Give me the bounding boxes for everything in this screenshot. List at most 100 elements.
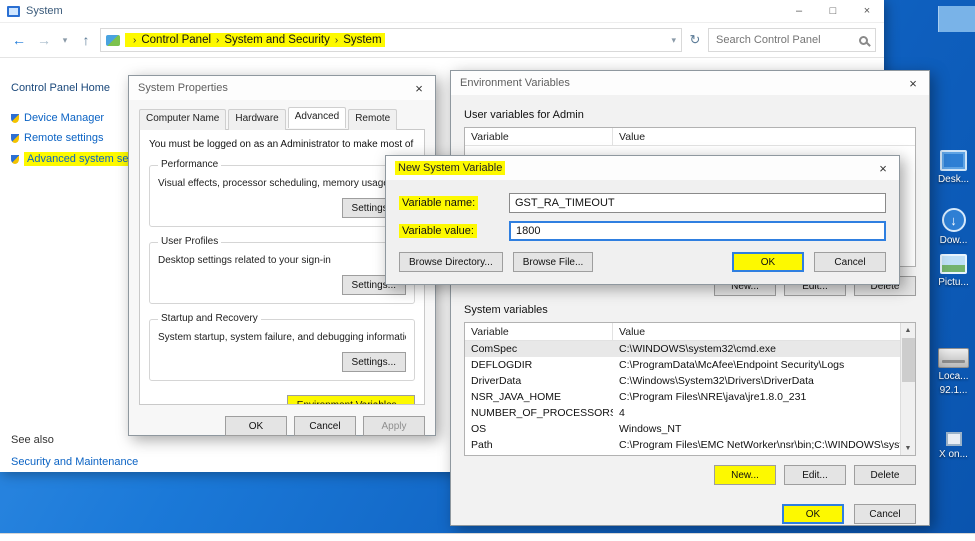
value-column-header[interactable]: Value: [613, 131, 915, 143]
advanced-tab-panel: You must be logged on as an Administrato…: [139, 129, 425, 405]
chevron-icon: ›: [216, 35, 219, 46]
address-dropdown-icon[interactable]: ▾: [671, 35, 676, 46]
down-arrow-icon: ↓: [950, 213, 957, 228]
search-input[interactable]: [716, 34, 859, 46]
table-row[interactable]: DEFLOGDIR C:\ProgramData\McAfee\Endpoint…: [465, 357, 915, 373]
variable-value: C:\ProgramData\McAfee\Endpoint Security\…: [613, 359, 915, 371]
variable-value: C:\Program Files\EMC NetWorker\nsr\bin;C…: [613, 439, 915, 451]
desktop-icon-pictures[interactable]: Pictu...: [932, 254, 975, 288]
scroll-down-icon[interactable]: ▼: [901, 441, 915, 455]
up-icon[interactable]: ↑: [75, 32, 97, 48]
tab-advanced[interactable]: Advanced: [288, 107, 346, 128]
dialog-buttons: Browse Directory... Browse File... OK Ca…: [399, 252, 886, 272]
system-variables-table[interactable]: Variable Value ComSpec C:\WINDOWS\system…: [464, 322, 916, 456]
address-bar: ← → ▾ ↑ › Control Panel › System and Sec…: [0, 22, 884, 58]
variable-value-label-wrap: Variable value:: [399, 225, 509, 237]
cancel-button[interactable]: Cancel: [294, 416, 356, 436]
cancel-button[interactable]: Cancel: [814, 252, 886, 272]
system-new-button[interactable]: New...: [714, 465, 776, 485]
tab-remote[interactable]: Remote: [348, 109, 397, 130]
table-row[interactable]: Path C:\Program Files\EMC NetWorker\nsr\…: [465, 437, 915, 453]
variable-column-header[interactable]: Variable: [465, 323, 613, 340]
variable-value: C:\WINDOWS\system32\cmd.exe: [613, 343, 915, 355]
window-fragment[interactable]: [938, 6, 975, 32]
desktop-icon-label: X on...: [939, 449, 968, 460]
back-icon[interactable]: ←: [8, 32, 30, 48]
system-app-icon: [7, 6, 20, 17]
close-button[interactable]: ×: [850, 0, 884, 22]
tab-hardware[interactable]: Hardware: [228, 109, 285, 130]
desktop-icon-label: Pictu...: [938, 277, 969, 288]
performance-group: Performance Visual effects, processor sc…: [149, 165, 415, 227]
sidebar-item-security-and-maintenance[interactable]: Security and Maintenance: [11, 456, 138, 468]
cancel-button[interactable]: Cancel: [854, 504, 916, 524]
desktop-icon-x[interactable]: X on...: [932, 432, 975, 460]
group-description: Visual effects, processor scheduling, me…: [158, 178, 406, 189]
close-icon[interactable]: ×: [403, 76, 435, 100]
dialog-titlebar[interactable]: New System Variable ×: [386, 156, 899, 180]
close-icon[interactable]: ×: [897, 71, 929, 95]
scroll-up-icon[interactable]: ▲: [901, 323, 915, 337]
table-row[interactable]: DriverData C:\Windows\System32\Drivers\D…: [465, 373, 915, 389]
breadcrumb-control-panel[interactable]: Control Panel: [141, 34, 211, 46]
variable-name-input[interactable]: [509, 193, 886, 213]
desktop-icon-label: Dow...: [940, 235, 968, 246]
browse-directory-button[interactable]: Browse Directory...: [399, 252, 503, 272]
variable-name: NUMBER_OF_PROCESSORS: [465, 407, 613, 419]
ok-button[interactable]: OK: [225, 416, 287, 436]
refresh-icon[interactable]: ↻: [685, 32, 705, 48]
desktop-icon-label: Loca...: [938, 371, 968, 382]
startup-settings-button[interactable]: Settings...: [342, 352, 406, 372]
maximize-button[interactable]: □: [816, 0, 850, 22]
desktop-icon-desktop[interactable]: Desk...: [932, 150, 975, 185]
breadcrumb-system[interactable]: System: [343, 34, 381, 46]
sidebar-item-advanced-system-settings[interactable]: Advanced system settings: [11, 152, 132, 166]
desktop-icon-label: Desk...: [938, 174, 969, 185]
environment-variables-button[interactable]: Environment Variables...: [287, 395, 415, 405]
variable-column-header[interactable]: Variable: [465, 128, 613, 145]
taskbar[interactable]: [0, 533, 975, 541]
system-variables-buttons: New... Edit... Delete: [464, 465, 916, 485]
scrollbar[interactable]: ▲ ▼: [900, 323, 915, 455]
dialog-title: New System Variable: [395, 161, 505, 175]
dialog-titlebar[interactable]: Environment Variables ×: [451, 71, 929, 95]
breadcrumb-system-security[interactable]: System and Security: [224, 34, 329, 46]
window-titlebar[interactable]: System – □ ×: [0, 0, 884, 22]
history-dropdown-icon[interactable]: ▾: [58, 35, 72, 46]
uac-shield-icon: [11, 114, 19, 123]
dialog-titlebar[interactable]: System Properties ×: [129, 76, 435, 100]
search-icon: [859, 36, 868, 45]
value-column-header[interactable]: Value: [613, 326, 915, 338]
scrollbar-thumb[interactable]: [902, 338, 915, 382]
address-field[interactable]: › Control Panel › System and Security › …: [100, 28, 682, 52]
system-edit-button[interactable]: Edit...: [784, 465, 846, 485]
variable-name: NSR_JAVA_HOME: [465, 391, 613, 403]
sidebar-item-remote-settings[interactable]: Remote settings: [11, 132, 132, 144]
tab-computer-name[interactable]: Computer Name: [139, 109, 226, 130]
sidebar-item-control-panel-home[interactable]: Control Panel Home: [11, 82, 132, 94]
sidebar-item-label: Security and Maintenance: [11, 456, 138, 468]
minimize-button[interactable]: –: [782, 0, 816, 22]
desktop-icon-downloads[interactable]: ↓ Dow...: [932, 208, 975, 246]
ok-button[interactable]: OK: [732, 252, 804, 272]
system-delete-button[interactable]: Delete: [854, 465, 916, 485]
table-row[interactable]: NSR_JAVA_HOME C:\Program Files\NRE\java\…: [465, 389, 915, 405]
ok-button[interactable]: OK: [782, 504, 844, 524]
search-box[interactable]: [708, 28, 876, 52]
see-also-section: See also Security and Maintenance: [11, 434, 138, 476]
group-title: User Profiles: [158, 236, 221, 247]
apply-button[interactable]: Apply: [363, 416, 425, 436]
table-row[interactable]: NUMBER_OF_PROCESSORS 4: [465, 405, 915, 421]
close-icon[interactable]: ×: [867, 156, 899, 180]
group-description: Desktop settings related to your sign-in: [158, 255, 406, 266]
forward-icon[interactable]: →: [33, 32, 55, 48]
variable-name: Path: [465, 439, 613, 451]
variable-value-input[interactable]: [509, 221, 886, 241]
browse-file-button[interactable]: Browse File...: [513, 252, 594, 272]
desktop-icon-local-disk[interactable]: Loca... 92.1...: [932, 348, 975, 396]
window-controls: – □ ×: [782, 0, 884, 22]
tab-strip: Computer Name Hardware Advanced Remote: [129, 100, 435, 130]
table-row[interactable]: OS Windows_NT: [465, 421, 915, 437]
sidebar-item-device-manager[interactable]: Device Manager: [11, 112, 132, 124]
table-row[interactable]: ComSpec C:\WINDOWS\system32\cmd.exe: [465, 341, 915, 357]
